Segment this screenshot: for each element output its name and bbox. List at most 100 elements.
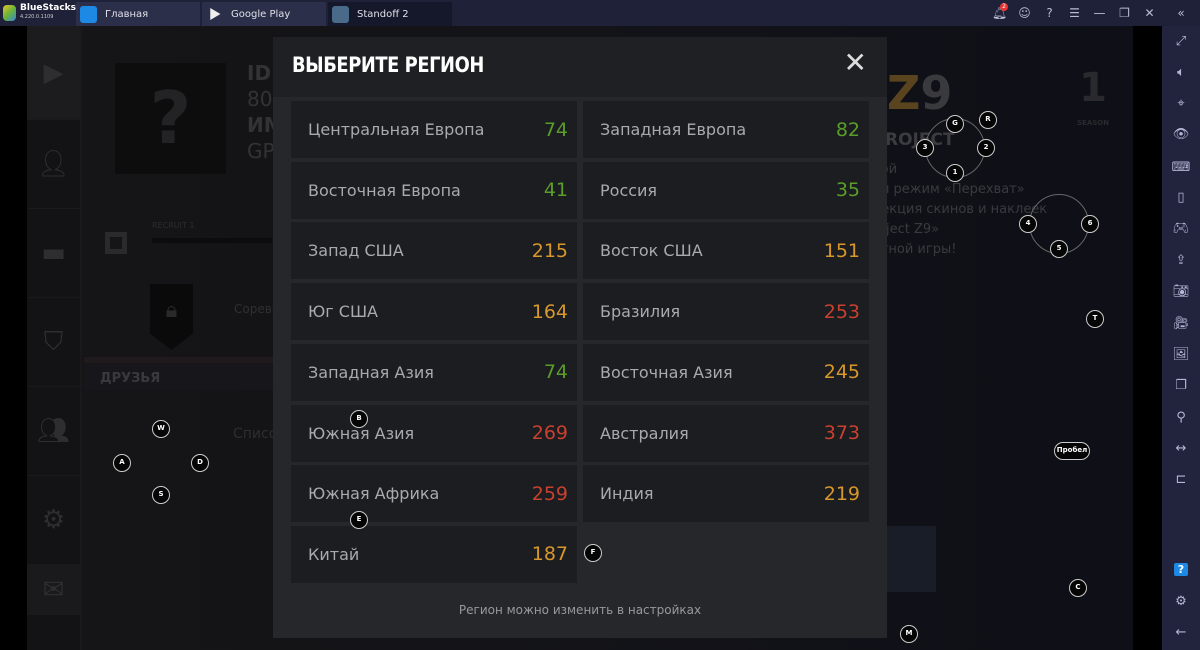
region-ping: 74: [543, 118, 568, 141]
avatar: ?: [115, 63, 226, 174]
region-option[interactable]: Россия 35: [583, 161, 869, 219]
phone-icon[interactable]: ▯: [1162, 190, 1200, 206]
minimize-icon[interactable]: —: [1087, 6, 1112, 20]
profile-icon[interactable]: 👤︎: [27, 120, 80, 209]
tab-home[interactable]: Главная: [76, 2, 200, 26]
notifications-button[interactable]: 🔔︎ 2: [987, 3, 1012, 20]
keymap-key: G: [946, 115, 964, 133]
region-option[interactable]: Запад США 215: [291, 222, 577, 280]
region-name: Запад США: [308, 241, 404, 261]
keymap-key: W: [152, 420, 170, 438]
rank-progress: [152, 238, 272, 243]
region-option[interactable]: Южная Африка 259: [291, 465, 577, 523]
shake-icon[interactable]: ↔: [1162, 441, 1200, 457]
mail-icon[interactable]: ✉: [27, 565, 80, 615]
region-option[interactable]: Западная Азия 74: [291, 343, 577, 401]
app-name: BlueStacks: [20, 3, 76, 13]
region-ping: 215: [531, 239, 568, 262]
close-window-icon[interactable]: ✕: [1137, 6, 1162, 20]
region-ping: 35: [835, 179, 860, 202]
account-icon[interactable]: ☺: [1012, 6, 1037, 20]
restore-icon[interactable]: ❐: [1112, 6, 1137, 20]
region-option[interactable]: Восток США 151: [583, 222, 869, 280]
clan-icon[interactable]: ⛉: [27, 298, 80, 387]
tab-label: Главная: [105, 8, 149, 20]
help-icon[interactable]: ?: [1162, 562, 1200, 578]
friends-icon[interactable]: 👥︎: [27, 387, 80, 476]
close-icon[interactable]: ✕: [844, 49, 867, 77]
location-icon[interactable]: ⚲: [1162, 410, 1200, 426]
region-name: Западная Азия: [308, 362, 434, 382]
camera-icon[interactable]: 📷︎: [1162, 284, 1200, 300]
volume-icon[interactable]: 🔈︎: [1162, 65, 1200, 81]
region-name: Юг США: [308, 302, 378, 322]
back-icon[interactable]: ←: [1162, 625, 1200, 641]
tab-standoff-2[interactable]: Standoff 2: [328, 2, 452, 26]
app-version: 4.220.0.1109: [20, 14, 54, 20]
region-ping: 151: [823, 239, 860, 262]
region-option[interactable]: Юг США 164: [291, 283, 577, 341]
keymap-key: Пробел: [1054, 442, 1090, 460]
collapse-sidebar-icon[interactable]: «: [1162, 6, 1200, 20]
region-option[interactable]: Восточная Азия 245: [583, 343, 869, 401]
rotate-icon[interactable]: ⊏: [1162, 472, 1200, 488]
tab-google-play[interactable]: Google Play: [202, 2, 326, 26]
region-ping: 259: [531, 482, 568, 505]
region-ping: 245: [823, 361, 860, 384]
settings-icon[interactable]: ⚙: [27, 476, 80, 565]
keyboard-icon[interactable]: ⌨: [1162, 160, 1200, 176]
region-ping: 269: [531, 422, 568, 444]
help-circle-icon[interactable]: ?: [1037, 6, 1062, 20]
promo-logo: Z9: [887, 66, 953, 120]
gamepad-icon[interactable]: 🎮︎: [1162, 221, 1200, 237]
fullscreen-icon[interactable]: ⤢: [1162, 34, 1200, 50]
play-icon[interactable]: ▶: [27, 26, 80, 120]
game-icon: [332, 5, 349, 23]
menu-icon[interactable]: ☰: [1062, 6, 1087, 20]
region-ping: 187: [531, 543, 568, 566]
region-name: Бразилия: [600, 302, 681, 322]
apk-icon[interactable]: ⇪: [1162, 253, 1200, 269]
region-ping: 164: [531, 300, 568, 323]
region-option[interactable]: Центральная Европа 74: [291, 101, 577, 158]
home-icon: [80, 5, 97, 23]
region-option[interactable]: Бразилия 253: [583, 283, 869, 341]
tab-label: Google Play: [231, 8, 291, 20]
friends-list-text: Списо: [233, 426, 278, 442]
keymap-key: 4: [1019, 215, 1037, 233]
region-ping: 219: [823, 482, 860, 505]
region-ping: 41: [543, 179, 568, 202]
keymap-key: M: [900, 625, 918, 643]
region-name: Австралия: [600, 423, 689, 443]
promo-panel: [887, 526, 936, 592]
region-option[interactable]: Австралия 373: [583, 404, 869, 462]
region-ping: 253: [823, 300, 860, 323]
multi-instance-icon[interactable]: ❐: [1162, 378, 1200, 394]
region-option[interactable]: Восточная Европа 41: [291, 161, 577, 219]
keymap-key: A: [113, 454, 131, 472]
keymap-key: 3: [916, 139, 934, 157]
keymap-key: 1: [946, 164, 964, 182]
keymap-key: R: [979, 111, 997, 129]
dialog-footer: Регион можно изменить в настройках: [458, 603, 702, 617]
friends-header: ДРУЗЬЯ: [84, 357, 304, 390]
settings-icon[interactable]: ⚙: [1162, 594, 1200, 610]
keymap-key: 6: [1081, 215, 1099, 233]
region-option[interactable]: Западная Европа 82: [583, 101, 869, 158]
title-bar: BlueStacks 4.220.0.1109 Главная Google Pl…: [0, 0, 1200, 26]
region-option[interactable]: Китай 187: [291, 525, 577, 583]
season-badge: 1 SEASON: [1077, 65, 1110, 127]
eye-icon[interactable]: 👁︎: [1162, 127, 1200, 143]
region-option[interactable]: Индия 219: [583, 465, 869, 523]
region-name: Западная Европа: [600, 120, 747, 139]
rank-icon: [105, 232, 127, 254]
weapon-icon[interactable]: ▬: [27, 209, 80, 298]
record-icon[interactable]: 🎥︎: [1162, 316, 1200, 332]
pointer-icon[interactable]: ⌖: [1162, 96, 1200, 112]
lock-icon: 🔒︎: [150, 284, 193, 350]
region-ping: 82: [835, 118, 860, 141]
gallery-icon[interactable]: 🖼︎: [1162, 347, 1200, 363]
region-name: Китай: [308, 544, 360, 564]
region-name: Россия: [600, 180, 658, 200]
region-option[interactable]: Южная Азия 269: [291, 404, 577, 462]
